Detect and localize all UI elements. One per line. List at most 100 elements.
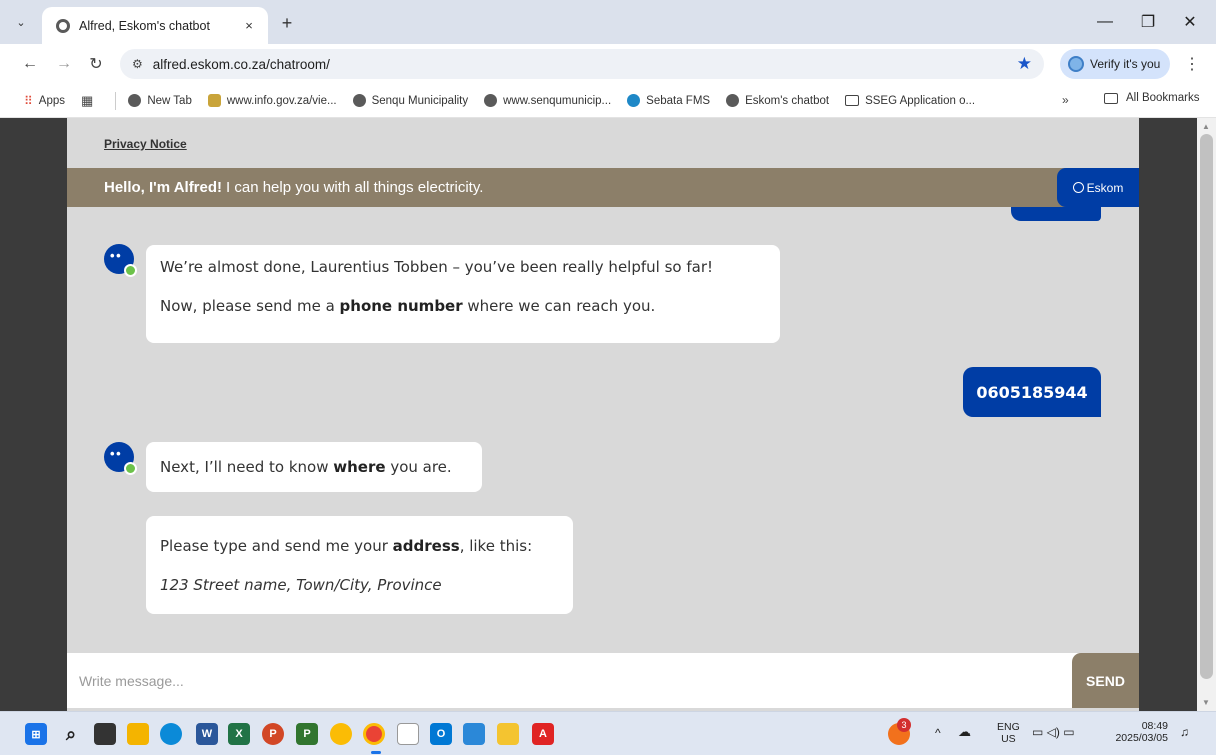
- address-bar[interactable]: ⚙ alfred.eskom.co.za/chatroom/ ★: [120, 49, 1044, 79]
- message-text: Next, I’ll need to know where you are.: [160, 458, 452, 476]
- bookmark-eskom-chatbot[interactable]: Eskom's chatbot: [726, 94, 829, 107]
- minimize-window-button[interactable]: —: [1090, 10, 1120, 34]
- word-icon[interactable]: W: [196, 723, 218, 745]
- bookmark-label: Apps: [38, 94, 66, 107]
- network-volume-battery-icon[interactable]: ▭ ◁) ▭: [1032, 726, 1075, 738]
- globe-icon: [352, 94, 366, 107]
- bookmark-label: Eskom's chatbot: [745, 94, 830, 107]
- show-hidden-icons-chevron-icon[interactable]: ^: [935, 727, 941, 739]
- message-text: Now, please send me a phone number where…: [160, 297, 656, 315]
- privacy-notice-link[interactable]: Privacy Notice: [104, 137, 187, 151]
- message-text: Please type and send me your address, li…: [160, 537, 533, 555]
- bookmark-info-gov[interactable]: www.info.gov.za/vie...: [207, 94, 337, 107]
- close-window-button[interactable]: ✕: [1175, 10, 1205, 34]
- header-subtitle: I can help you with all things electrici…: [226, 179, 484, 196]
- header-greeting: Hello, I'm Alfred!: [104, 179, 223, 196]
- tab-alfred[interactable]: Alfred, Eskom's chatbot ×: [42, 7, 268, 44]
- online-status-icon: [124, 462, 137, 475]
- all-bookmarks-button[interactable]: All Bookmarks: [1104, 92, 1200, 104]
- chrome-icon[interactable]: [363, 723, 385, 745]
- url-text[interactable]: alfred.eskom.co.za/chatroom/: [153, 57, 330, 72]
- chrome-alt-icon[interactable]: [330, 723, 352, 745]
- browser-toolbar: ← → ↻ ⚙ alfred.eskom.co.za/chatroom/ ★ V…: [0, 44, 1216, 84]
- notification-count-badge: 3: [897, 718, 911, 732]
- edge-icon[interactable]: [160, 723, 182, 745]
- previous-user-message: [1011, 207, 1101, 221]
- bookmark-senqumunicip[interactable]: www.senqumunicip...: [484, 94, 611, 107]
- chat-header: Hello, I'm Alfred! I can help you with a…: [67, 168, 1139, 207]
- message-text: We’re almost done, Laurentius Tobben – y…: [160, 258, 713, 276]
- task-view-icon[interactable]: [94, 723, 116, 745]
- bookmark-label: www.info.gov.za/vie...: [226, 94, 337, 107]
- sa-coat-of-arms-icon: [207, 94, 221, 107]
- apps-grid-icon: ⠿: [24, 93, 33, 108]
- back-arrow-icon[interactable]: ←: [18, 52, 42, 76]
- excel-icon[interactable]: X: [228, 723, 250, 745]
- publisher-icon[interactable]: P: [296, 723, 318, 745]
- page-viewport: Privacy Notice Hello, I'm Alfred! I can …: [0, 118, 1216, 711]
- search-icon[interactable]: ⌕: [60, 723, 82, 745]
- browser-menu-icon[interactable]: ⋮: [1182, 52, 1202, 76]
- eskom-brand-text: Eskom: [1086, 180, 1124, 195]
- language-indicator[interactable]: ENG US: [997, 721, 1020, 745]
- tab-search-chevron-icon[interactable]: ⌄: [9, 10, 33, 34]
- bot-message-bubble: We’re almost done, Laurentius Tobben – y…: [146, 245, 780, 343]
- file-explorer-icon[interactable]: [127, 723, 149, 745]
- bookmark-sseg-application[interactable]: SSEG Application o...: [845, 95, 975, 107]
- close-tab-icon[interactable]: ×: [238, 15, 260, 37]
- start-windows-icon[interactable]: ⊞: [25, 723, 47, 745]
- eskom-logo: Eskom: [1057, 168, 1139, 207]
- reload-icon[interactable]: ↻: [84, 52, 108, 76]
- new-tab-button[interactable]: +: [276, 12, 298, 34]
- folder-icon: [845, 95, 860, 106]
- bookmark-label: www.senqumunicip...: [503, 94, 612, 107]
- chatroom: Privacy Notice Hello, I'm Alfred! I can …: [67, 118, 1139, 711]
- photos-icon[interactable]: [463, 723, 485, 745]
- outlook-icon[interactable]: O: [430, 723, 452, 745]
- bookmark-new-tab[interactable]: New Tab: [128, 94, 192, 107]
- verify-its-you-button[interactable]: Verify it's you: [1060, 49, 1170, 79]
- sebata-icon: [627, 94, 641, 107]
- tab-strip: ⌄ Alfred, Eskom's chatbot × + — ❐ ✕: [0, 0, 1216, 44]
- more-bookmarks-chevron-icon[interactable]: »: [1062, 93, 1069, 107]
- eskom-logo-icon: [1072, 182, 1084, 193]
- page-scrollbar[interactable]: ▲ ▼: [1197, 118, 1216, 711]
- scroll-up-arrow-icon[interactable]: ▲: [1202, 122, 1210, 131]
- scroll-down-arrow-icon[interactable]: ▼: [1202, 698, 1210, 707]
- verify-label: Verify it's you: [1090, 57, 1161, 71]
- forward-arrow-icon[interactable]: →: [52, 52, 76, 76]
- globe-favicon-icon: [56, 18, 70, 33]
- all-bookmarks-label: All Bookmarks: [1126, 92, 1200, 104]
- notification-bell-icon[interactable]: ♫: [1180, 726, 1189, 738]
- tab-title: Alfred, Eskom's chatbot: [79, 18, 210, 33]
- restore-window-button[interactable]: ❐: [1133, 10, 1163, 34]
- site-settings-icon[interactable]: ⚙: [132, 57, 143, 71]
- tab-groups-icon: ▦: [81, 92, 94, 108]
- bookmark-apps[interactable]: ⠿ Apps: [24, 94, 65, 108]
- user-message-bubble: 0605185944: [963, 367, 1101, 417]
- file-icon[interactable]: [397, 723, 419, 745]
- onedrive-cloud-icon[interactable]: ☁: [958, 725, 971, 738]
- tab-groups-button[interactable]: ▦: [81, 93, 99, 109]
- acrobat-icon[interactable]: A: [532, 723, 554, 745]
- bot-message-bubble: Please type and send me your address, li…: [146, 516, 573, 614]
- message-input[interactable]: [67, 653, 1072, 708]
- bookmark-label: Senqu Municipality: [371, 94, 469, 107]
- bookmark-label: Sebata FMS: [646, 94, 711, 107]
- powerpoint-icon[interactable]: P: [262, 723, 284, 745]
- clock[interactable]: 08:49 2025/03/05: [1108, 720, 1168, 744]
- bookmark-star-icon[interactable]: ★: [1017, 54, 1032, 74]
- folder-icon: [1104, 92, 1118, 104]
- send-button[interactable]: SEND: [1072, 653, 1139, 708]
- profile-avatar-icon: [1068, 56, 1084, 72]
- message-composer: SEND: [67, 653, 1139, 708]
- bookmarks-bar: ⠿ Apps ▦ New Tab www.info.gov.za/vie... …: [0, 84, 1216, 118]
- windows-taskbar: ⊞ ⌕ W X P P O A 3 ^ ☁ ENG US ▭ ◁) ▭ 08:4…: [0, 711, 1216, 755]
- active-app-indicator: [371, 751, 381, 754]
- globe-icon: [128, 94, 142, 107]
- alfred-avatar-icon: • •: [104, 442, 137, 475]
- bookmark-senqu-municipality[interactable]: Senqu Municipality: [352, 94, 469, 107]
- bookmark-sebata-fms[interactable]: Sebata FMS: [627, 94, 710, 107]
- folder-icon[interactable]: [497, 723, 519, 745]
- scrollbar-thumb[interactable]: [1200, 134, 1213, 679]
